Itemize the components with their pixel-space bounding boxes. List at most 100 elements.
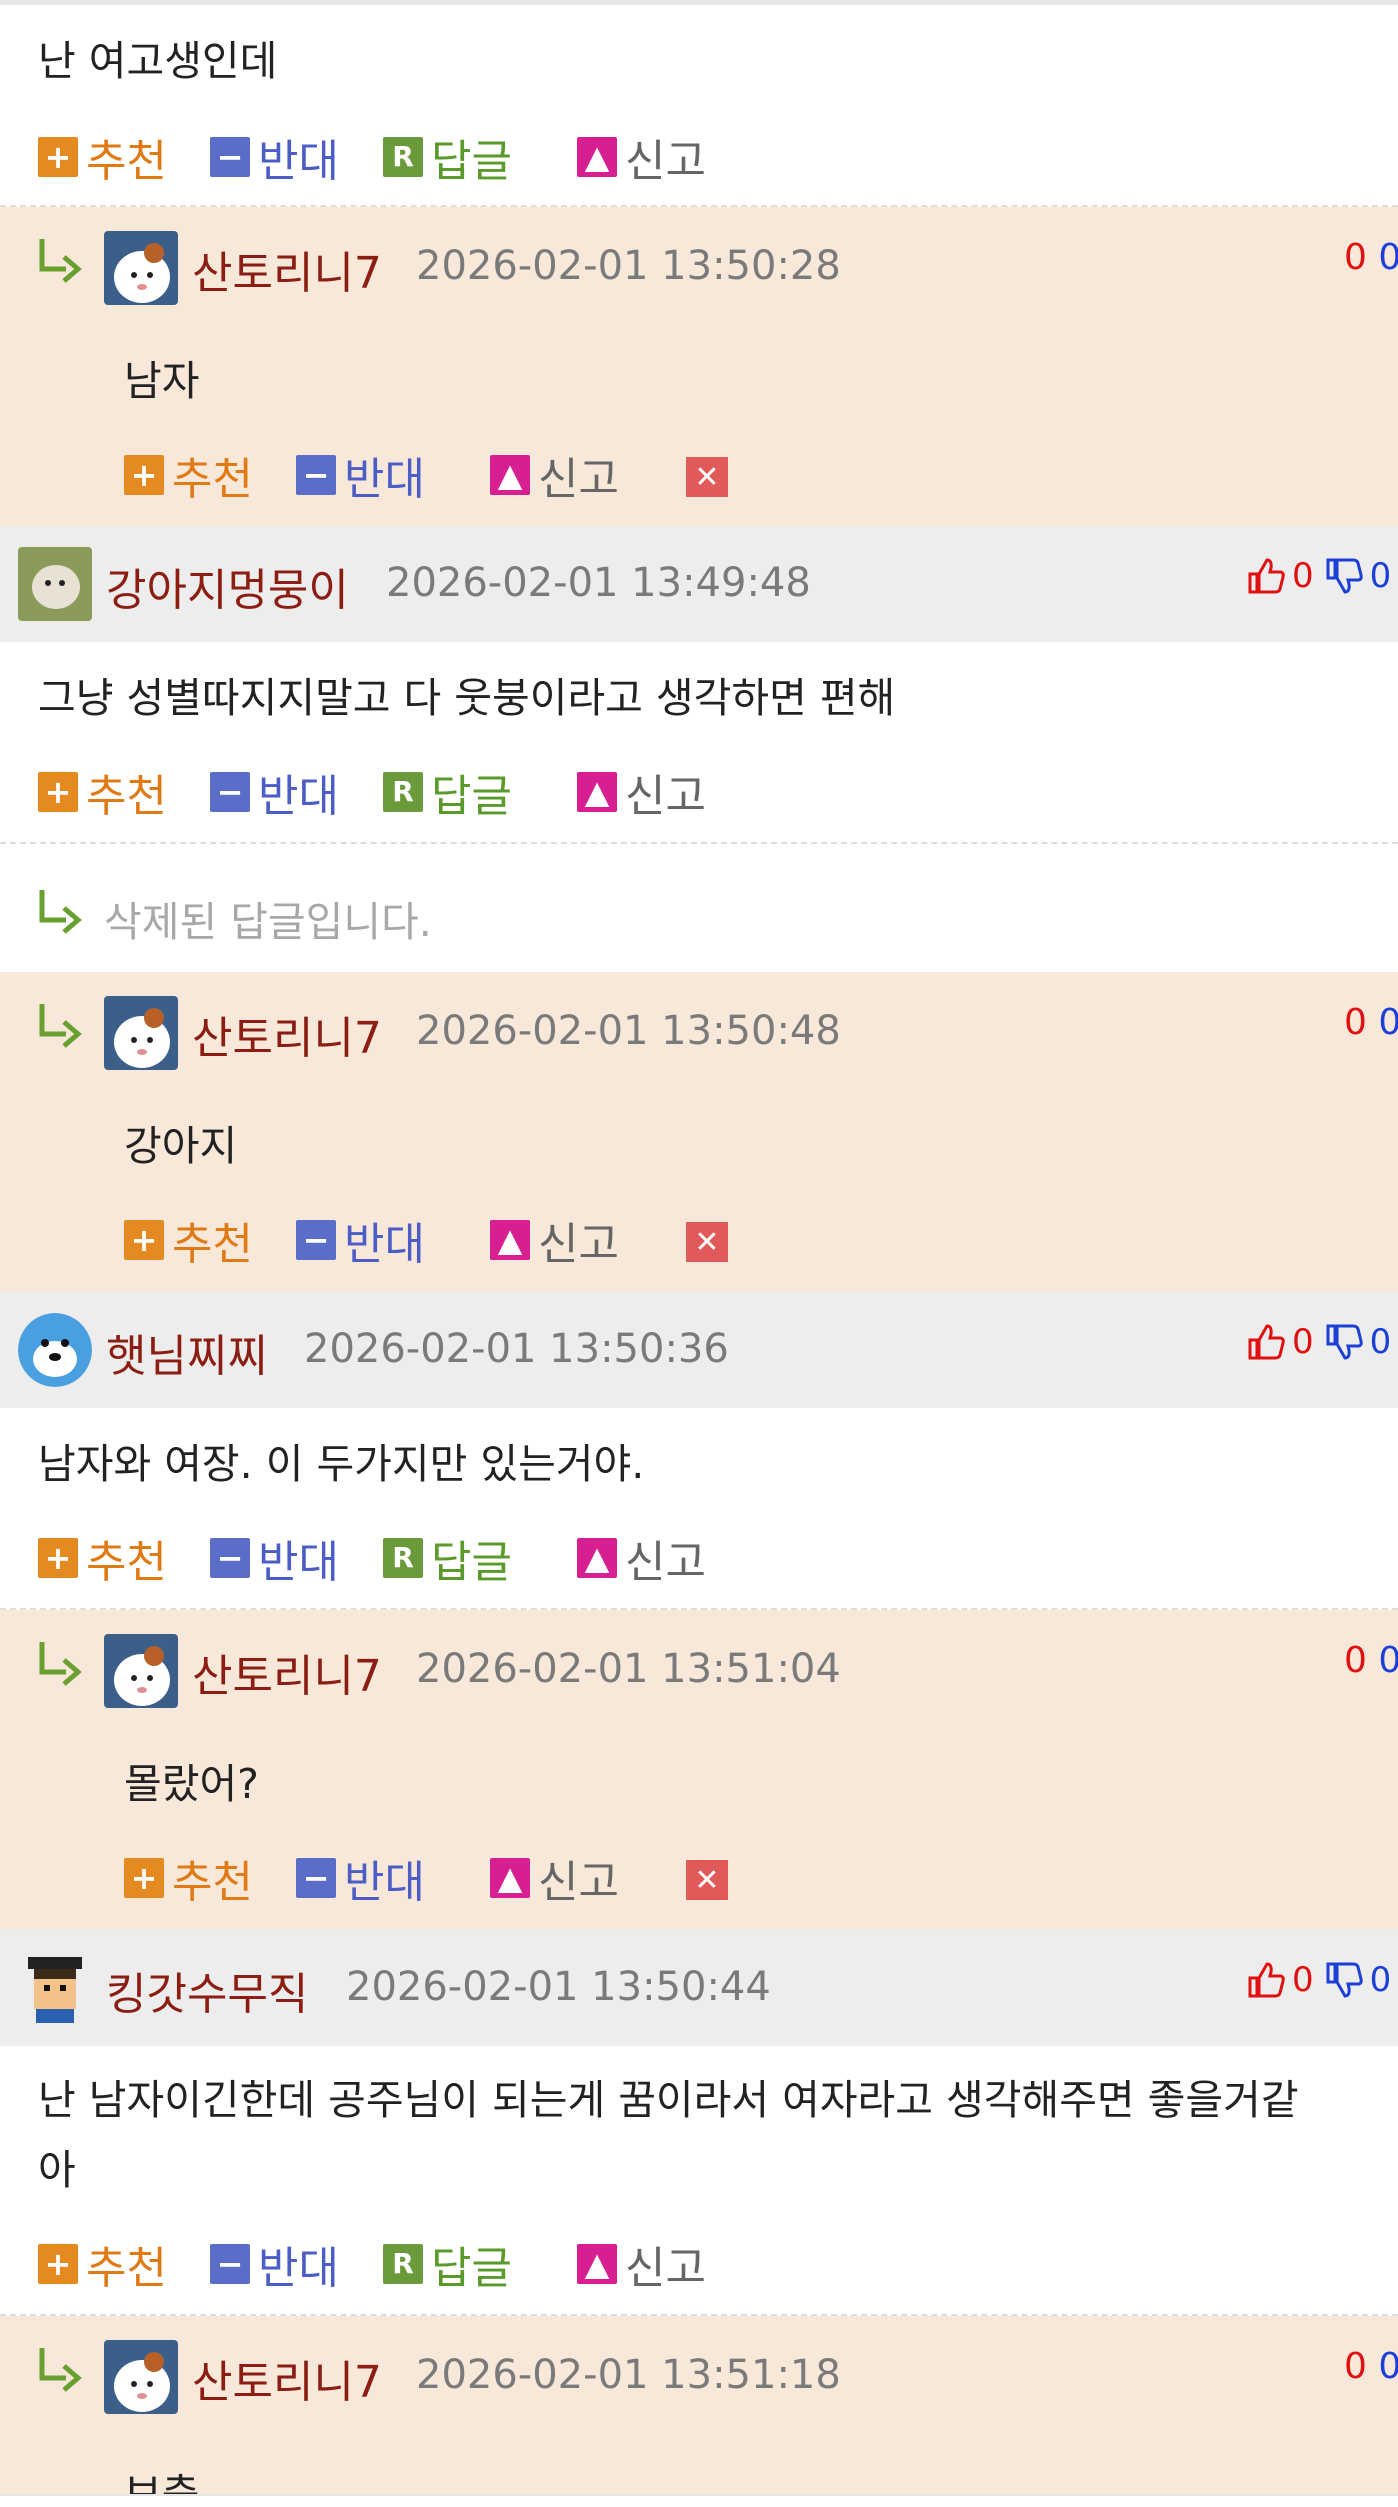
oppose-button[interactable]: − 반대 [210,762,339,822]
delete-x-icon[interactable]: ✕ [686,1222,728,1262]
delete-x-icon[interactable]: ✕ [686,1860,728,1900]
avatar[interactable] [18,1313,92,1387]
oppose-button[interactable]: − 반대 [296,445,425,505]
oppose-button[interactable]: − 반대 [210,127,339,187]
thumbs-up-icon [1248,1962,1285,1998]
recommend-button[interactable]: + 추천 [38,762,167,822]
plus-icon: + [38,2244,78,2284]
nickname[interactable]: 산토리니7 [192,1002,382,1066]
comment-body: 난 여고생인데 [38,37,278,85]
oppose-button[interactable]: − 반대 [296,1848,425,1908]
comment-body: 몰랐어? [124,1760,259,1808]
report-button[interactable]: ▲ 신고 [490,1848,619,1908]
avatar[interactable] [104,2340,178,2414]
comment-body: 남자와 여장. 이 두가지만 있는거야. [38,1440,645,1488]
oppose-button[interactable]: − 반대 [210,1528,339,1588]
reply-comment-4: 산토리니7 2026-02-01 13:50:48 0 0 강아지 + 추천 − 반… [0,972,1398,1292]
report-button[interactable]: ▲ 신고 [577,762,706,822]
reply-r-icon: R [383,772,423,812]
vote-counts: 0 0 [1246,1960,1391,2000]
avatar[interactable] [18,547,92,621]
comment-body: 강아지 [124,1122,238,1170]
plus-icon: + [38,1538,78,1578]
reply-r-icon: R [383,2244,423,2284]
siren-icon: ▲ [490,1858,530,1898]
avatar[interactable] [104,231,178,305]
thumbs-down-icon [1326,558,1363,594]
thumbs-up-icon [1248,1324,1285,1360]
deleted-reply: 삭제된 답글입니다. [0,844,1398,972]
comment-7: 난 남자이긴한데 공주님이 되는게 꿈이라서 여자라고 생각해주면 좋을거같 아… [0,2046,1398,2314]
reply-button[interactable]: R 답글 [383,762,512,822]
nickname[interactable]: 산토리니7 [192,1640,382,1704]
timestamp: 2026-02-01 13:49:48 [386,560,811,606]
report-button[interactable]: ▲ 신고 [577,127,706,187]
recommend-button[interactable]: + 추천 [38,1528,167,1588]
comment-header-5: 햇님찌찌 2026-02-01 13:50:36 0 0 [0,1292,1398,1408]
reply-arrow-icon [39,1642,82,1686]
nickname[interactable]: 산토리니7 [192,2346,382,2410]
reply-r-icon: R [383,137,423,177]
comment-0: 난 여고생인데 + 추천 − 반대 R 답글 ▲ 신고 [0,5,1398,205]
recommend-button[interactable]: + 추천 [38,2234,167,2294]
score: 0 0 [1344,2346,1398,2387]
nickname[interactable]: 킹갓수무직 [106,1958,308,2022]
reply-r-icon: R [383,1538,423,1578]
oppose-button[interactable]: − 반대 [210,2234,339,2294]
minus-icon: − [296,1858,336,1898]
nickname[interactable]: 햇님찌찌 [106,1320,268,1384]
vote-counts: 0 0 [1246,1322,1391,1362]
oppose-button[interactable]: − 반대 [296,1210,425,1270]
reply-arrow-icon [39,890,82,934]
timestamp: 2026-02-01 13:50:44 [346,1964,771,2010]
timestamp: 2026-02-01 13:50:36 [304,1326,729,1372]
siren-icon: ▲ [490,455,530,495]
siren-icon: ▲ [577,137,617,177]
comment-2: 그냥 성별따지지말고 다 웃붕이라고 생각하면 편해 + 추천 − 반대 R 답글 ▲… [0,642,1398,842]
plus-icon: + [124,455,164,495]
report-button[interactable]: ▲ 신고 [577,1528,706,1588]
delete-x-icon[interactable]: ✕ [686,457,728,497]
timestamp: 2026-02-01 13:51:04 [416,1646,841,1692]
recommend-button[interactable]: + 추천 [124,1848,253,1908]
reply-comment-8: 산토리니7 2026-02-01 13:51:18 0 0 보충 [0,2316,1398,2494]
reply-button[interactable]: R 답글 [383,2234,512,2294]
vote-counts: 0 0 [1246,556,1391,596]
reply-arrow-icon [39,239,82,283]
deleted-notice: 삭제된 답글입니다. [104,898,432,946]
comment-body: 그냥 성별따지지말고 다 웃붕이라고 생각하면 편해 [38,674,896,722]
reply-button[interactable]: R 답글 [383,127,512,187]
plus-icon: + [38,772,78,812]
minus-icon: − [296,455,336,495]
comment-5: 남자와 여장. 이 두가지만 있는거야. + 추천 − 반대 R 답글 ▲ 신고 [0,1408,1398,1608]
nickname[interactable]: 강아지멍뭉이 [106,554,349,618]
nickname[interactable]: 산토리니7 [192,237,382,301]
siren-icon: ▲ [577,1538,617,1578]
recommend-button[interactable]: + 추천 [124,445,253,505]
minus-icon: − [210,772,250,812]
bottom-edge [0,2494,1398,2507]
plus-icon: + [38,137,78,177]
reply-comment-6: 산토리니7 2026-02-01 13:51:04 0 0 몰랐어? + 추천 −… [0,1610,1398,1930]
timestamp: 2026-02-01 13:50:48 [416,1008,841,1054]
report-button[interactable]: ▲ 신고 [577,2234,706,2294]
avatar[interactable] [104,1634,178,1708]
avatar[interactable] [18,1951,92,2025]
report-button[interactable]: ▲ 신고 [490,1210,619,1270]
report-button[interactable]: ▲ 신고 [490,445,619,505]
score: 0 0 [1344,1640,1398,1681]
comment-header-7: 킹갓수무직 2026-02-01 13:50:44 0 0 [0,1930,1398,2046]
minus-icon: − [210,137,250,177]
minus-icon: − [296,1220,336,1260]
minus-icon: − [210,1538,250,1578]
recommend-button[interactable]: + 추천 [38,127,167,187]
plus-icon: + [124,1220,164,1260]
thumbs-down-icon [1326,1324,1363,1360]
thumbs-up-icon [1248,558,1285,594]
comment-header-2: 강아지멍뭉이 2026-02-01 13:49:48 0 0 [0,526,1398,642]
avatar[interactable] [104,996,178,1070]
thumbs-down-icon [1326,1962,1363,1998]
recommend-button[interactable]: + 추천 [124,1210,253,1270]
reply-button[interactable]: R 답글 [383,1528,512,1588]
siren-icon: ▲ [577,772,617,812]
